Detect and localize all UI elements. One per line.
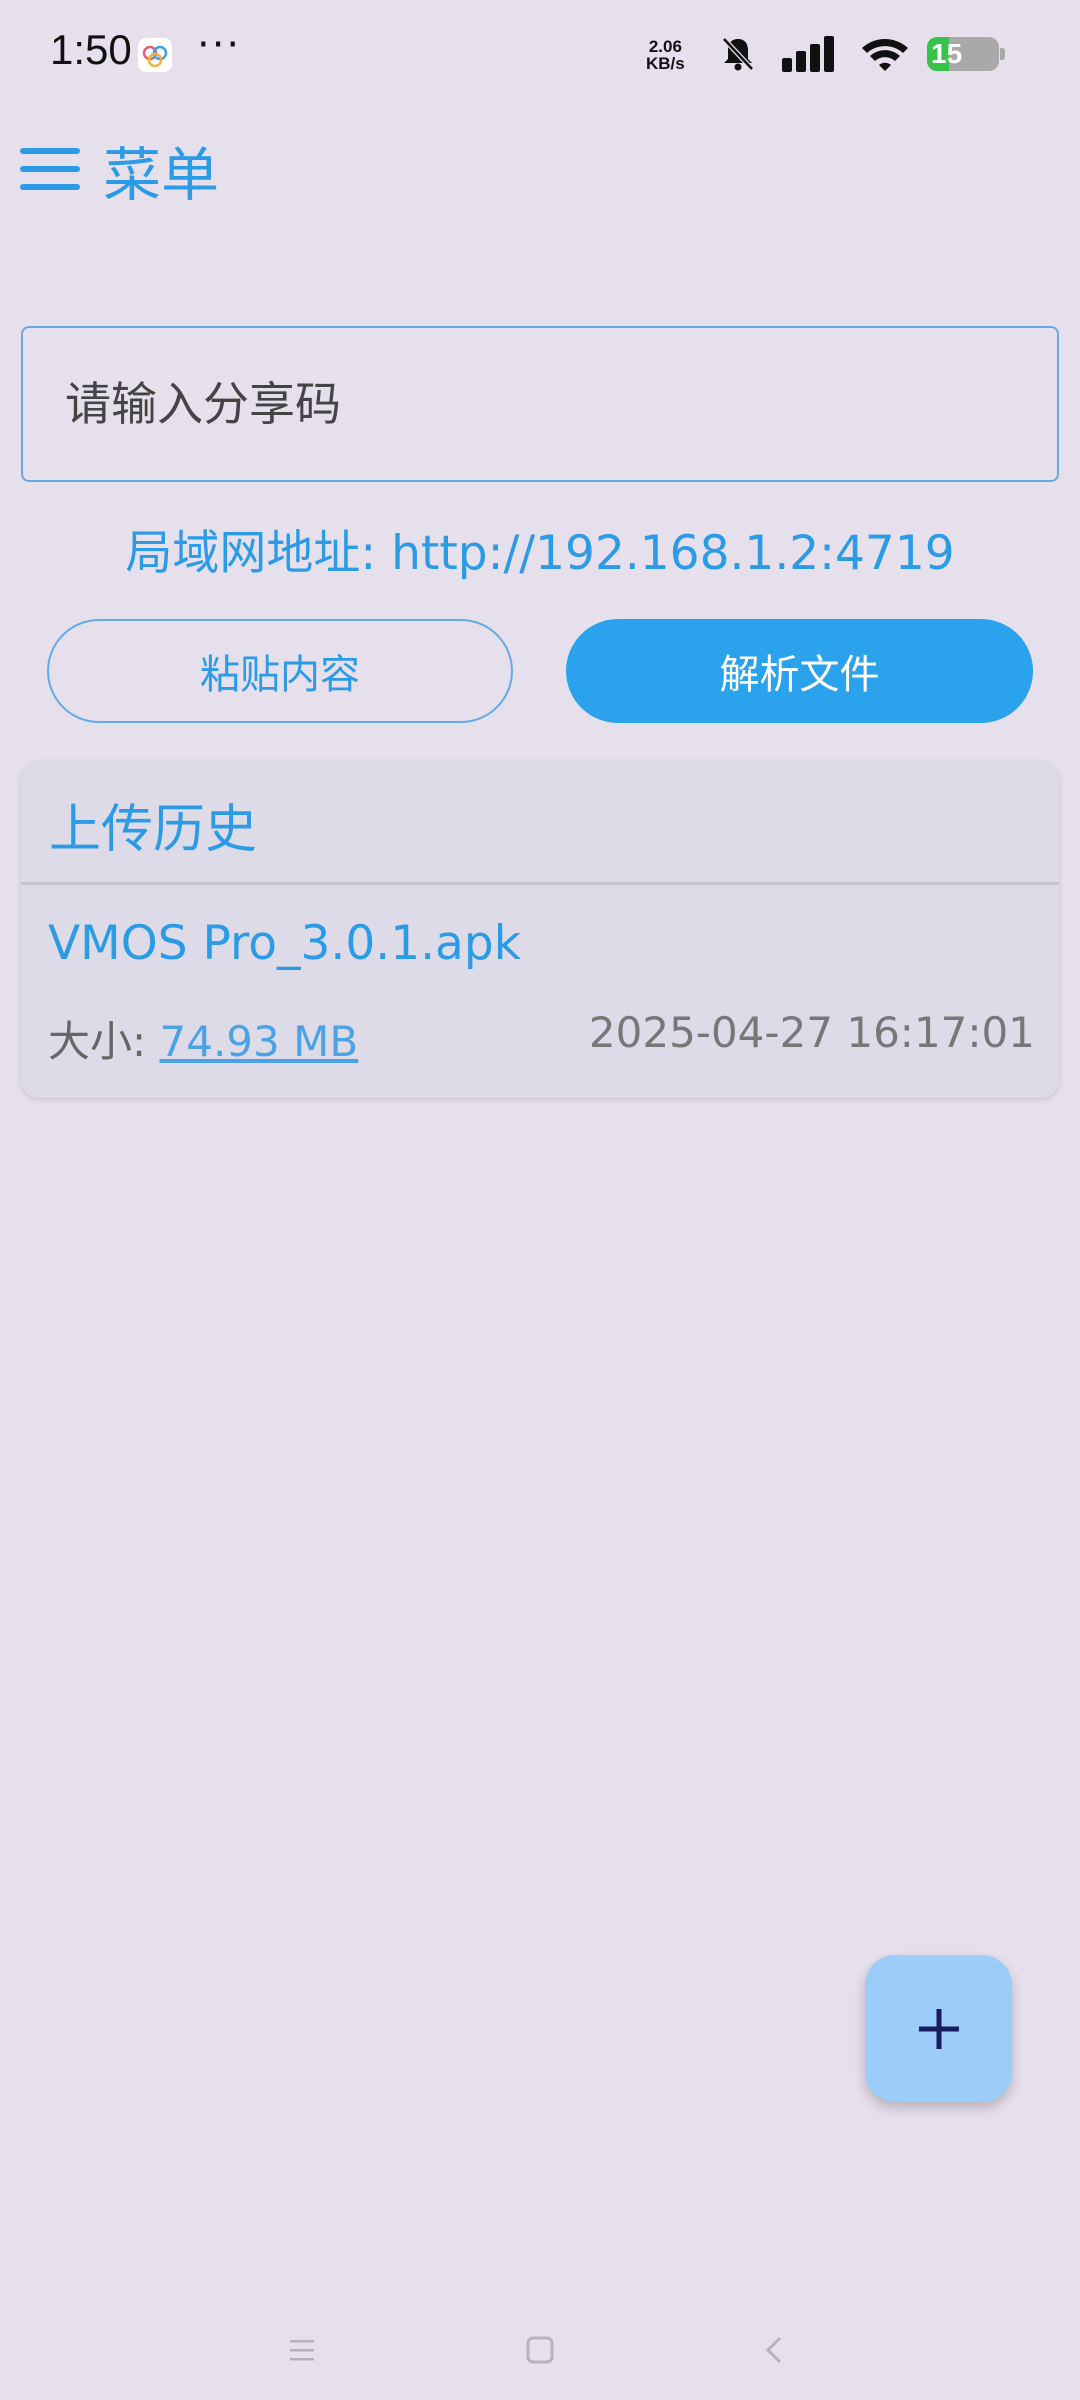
status-time: 1:50 (50, 26, 132, 73)
upload-history-card: 上传历史 VMOS Pro_3.0.1.apk 大小: 74.93 MB 202… (21, 761, 1059, 1098)
home-nav-icon[interactable] (512, 2322, 568, 2378)
battery-icon: 15 (927, 37, 1005, 71)
network-speed-unit: KB/s (646, 54, 685, 73)
status-bar: 1:50 ··· 2.06 KB/s 15 (0, 0, 1080, 110)
lan-address: 局域网地址: http://192.168.1.2:4719 (125, 526, 955, 581)
back-nav-icon[interactable] (746, 2322, 802, 2378)
menu-label[interactable]: 菜单 (103, 128, 219, 212)
parse-file-button[interactable]: 解析文件 (566, 619, 1033, 723)
share-code-input[interactable] (21, 326, 1059, 482)
more-notifications-icon: ··· (197, 22, 242, 68)
plus-icon (918, 2008, 959, 2049)
hamburger-menu-icon[interactable] (20, 146, 80, 192)
add-fab-button[interactable] (865, 1955, 1012, 2102)
upload-history-title: 上传历史 (49, 800, 258, 860)
wifi-icon (860, 34, 910, 74)
battery-level: 15 (931, 38, 963, 69)
file-size-label: 大小: (48, 1017, 160, 1066)
cell-signal-icon (780, 34, 840, 74)
paste-content-button[interactable]: 粘贴内容 (47, 619, 513, 723)
divider (21, 882, 1059, 885)
page: 1:50 ··· 2.06 KB/s 15 菜单 请输入分享码 局域网地址: h… (0, 0, 1080, 2400)
file-name[interactable]: VMOS Pro_3.0.1.apk (48, 916, 521, 971)
file-size-link[interactable]: 74.93 MB (160, 1017, 359, 1066)
file-upload-time: 2025-04-27 16:17:01 (588, 1008, 1035, 1057)
network-speed: 2.06 KB/s (646, 38, 685, 72)
bell-muted-icon (718, 34, 758, 74)
system-nav-bar (0, 2300, 1080, 2400)
file-size-row: 大小: 74.93 MB (48, 1008, 358, 1069)
app-notification-icon (138, 38, 172, 72)
recents-nav-icon[interactable] (274, 2322, 330, 2378)
